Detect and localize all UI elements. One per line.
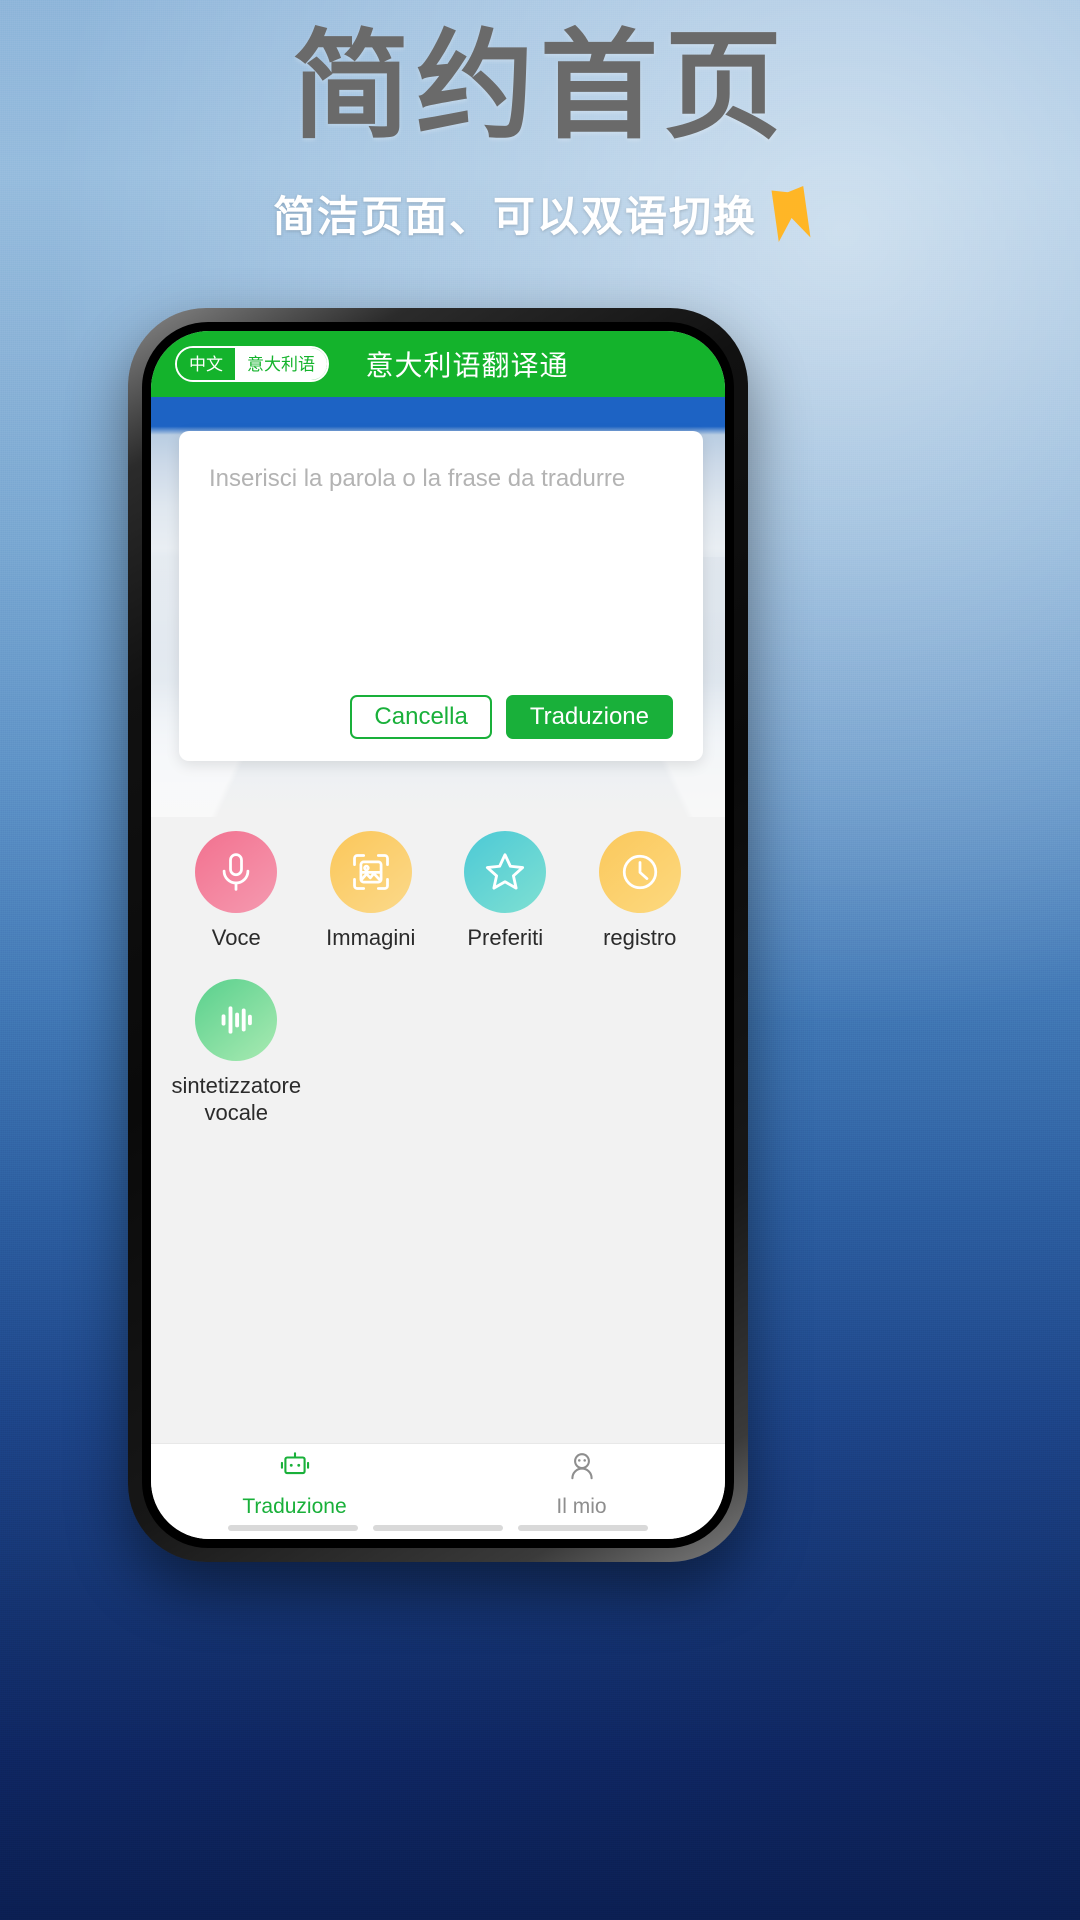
app-header: 中文 意大利语 意大利语翻译通	[151, 331, 725, 397]
triangle-right-icon	[771, 185, 811, 242]
feature-item-registro[interactable]: registro	[573, 831, 708, 951]
poster-title: 简约首页	[291, 21, 788, 153]
app-title: 意大利语翻译通	[365, 350, 569, 381]
language-toggle-source[interactable]: 中文	[177, 348, 235, 380]
feature-label: Preferiti	[467, 925, 544, 950]
feature-item-preferiti[interactable]: Preferiti	[438, 831, 573, 951]
phone-bezel: 中文 意大利语 意大利语翻译通 Inserisci la parola o la…	[142, 322, 734, 1548]
phone-screen: 中文 意大利语 意大利语翻译通 Inserisci la parola o la…	[151, 331, 725, 1539]
translation-input-card: Inserisci la parola o la frase da tradur…	[179, 431, 703, 761]
home-indicator	[228, 1525, 648, 1531]
tab-label: Traduzione	[242, 1495, 347, 1518]
feature-grid: Voce Immagini Preferiti registro sinteti…	[151, 831, 725, 1154]
translate-button[interactable]: Traduzione	[505, 695, 673, 739]
robot-icon	[277, 1450, 313, 1491]
feature-label: registro	[603, 925, 677, 950]
poster-subtitle-row: 简洁页面、可以双语切换	[0, 183, 1080, 244]
card-action-row: Cancella Traduzione	[209, 695, 673, 739]
tab-il-mio[interactable]: Il mio	[438, 1444, 725, 1525]
bottom-tab-bar: Traduzione Il mio	[151, 1443, 725, 1539]
image-scan-icon	[329, 831, 412, 913]
microphone-icon	[195, 831, 278, 913]
clock-icon	[598, 831, 681, 913]
feature-item-immagini[interactable]: Immagini	[304, 831, 439, 951]
star-icon	[464, 831, 547, 913]
feature-item-voce[interactable]: Voce	[169, 831, 304, 951]
phone-mockup: 中文 意大利语 意大利语翻译通 Inserisci la parola o la…	[128, 308, 748, 1562]
language-toggle[interactable]: 中文 意大利语	[175, 346, 329, 382]
tab-traduzione[interactable]: Traduzione	[151, 1444, 438, 1525]
translation-input[interactable]: Inserisci la parola o la frase da tradur…	[209, 465, 673, 695]
cancel-button[interactable]: Cancella	[350, 695, 492, 739]
tab-label: Il mio	[556, 1495, 607, 1518]
waveform-icon	[195, 979, 278, 1062]
feature-item-sintetizzatore-vocale[interactable]: sintetizzatore vocale	[169, 979, 304, 1126]
person-icon	[564, 1450, 600, 1491]
feature-label: Immagini	[326, 925, 416, 950]
poster-subtitle: 简洁页面、可以双语切换	[272, 193, 757, 240]
feature-label: Voce	[211, 925, 261, 950]
language-toggle-target[interactable]: 意大利语	[235, 348, 327, 380]
feature-label: sintetizzatore vocale	[171, 1073, 302, 1125]
